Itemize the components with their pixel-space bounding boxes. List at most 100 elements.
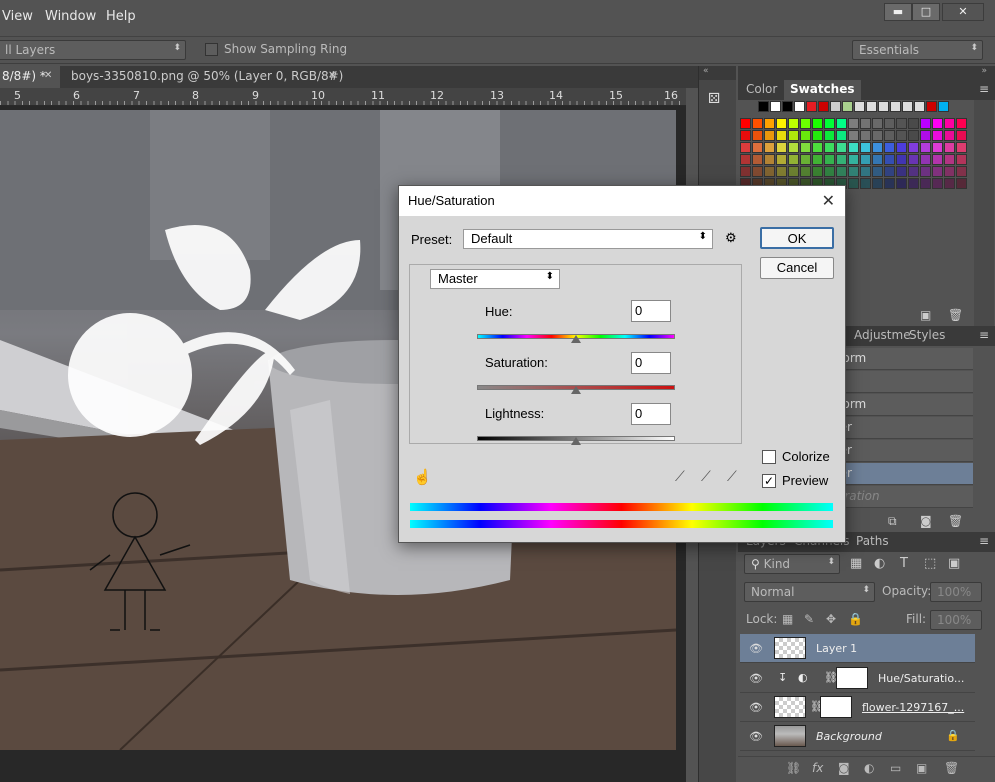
filter-pixel-icon[interactable]: ▦ — [850, 556, 862, 571]
swatch[interactable] — [788, 154, 799, 165]
swatch[interactable] — [752, 166, 763, 177]
swatch[interactable] — [932, 178, 943, 189]
visibility-eye-icon[interactable]: 👁 — [749, 672, 763, 685]
menu-view[interactable]: View — [2, 9, 33, 24]
sample-layers-select[interactable]: ll Layers ⬍ — [0, 40, 186, 60]
collapse-icon[interactable]: » — [738, 66, 995, 80]
swatch[interactable] — [932, 130, 943, 141]
swatch[interactable] — [920, 166, 931, 177]
swatch[interactable] — [812, 130, 823, 141]
swatch[interactable] — [908, 166, 919, 177]
swatch[interactable] — [920, 142, 931, 153]
swatch[interactable] — [824, 130, 835, 141]
layer-name[interactable]: Background — [816, 730, 882, 743]
swatch[interactable] — [932, 166, 943, 177]
colorize-checkbox[interactable] — [762, 450, 776, 464]
swatch[interactable] — [878, 101, 889, 112]
swatch[interactable] — [776, 130, 787, 141]
swatch[interactable] — [944, 118, 955, 129]
swatch[interactable] — [944, 166, 955, 177]
swatch[interactable] — [806, 101, 817, 112]
swatch[interactable] — [956, 130, 967, 141]
swatch[interactable] — [788, 166, 799, 177]
swatch[interactable] — [896, 130, 907, 141]
swatch[interactable] — [740, 118, 751, 129]
swatch[interactable] — [752, 142, 763, 153]
lock-brush-icon[interactable]: ✎ — [804, 612, 814, 626]
tab-document-2[interactable]: boys-3350810.png @ 50% (Layer 0, RGB/8#) — [63, 66, 351, 88]
filter-type-icon[interactable]: T — [900, 556, 908, 571]
swatch[interactable] — [908, 130, 919, 141]
close-tab-icon[interactable]: ✕ — [44, 70, 52, 81]
swatch[interactable] — [812, 166, 823, 177]
swatch[interactable] — [848, 130, 859, 141]
lock-move-icon[interactable]: ✥ — [826, 612, 836, 626]
swatch[interactable] — [848, 154, 859, 165]
swatch[interactable] — [848, 166, 859, 177]
swatch[interactable] — [740, 142, 751, 153]
history-panel-icon[interactable]: ⚄ — [708, 91, 730, 113]
folder-icon[interactable]: ▭ — [890, 761, 901, 775]
targeted-adjust-hand-icon[interactable]: ☝ — [413, 468, 432, 486]
swatch[interactable] — [752, 118, 763, 129]
preset-select[interactable]: Default ⬍ — [463, 229, 713, 249]
swatch[interactable] — [860, 154, 871, 165]
lightness-input[interactable]: 0 — [631, 403, 671, 425]
ok-button[interactable]: OK — [760, 227, 834, 249]
swatch[interactable] — [788, 118, 799, 129]
swatch[interactable] — [956, 166, 967, 177]
saturation-input[interactable]: 0 — [631, 352, 671, 374]
swatch[interactable] — [872, 130, 883, 141]
swatch[interactable] — [896, 118, 907, 129]
menu-help[interactable]: Help — [106, 9, 136, 24]
swatch[interactable] — [764, 142, 775, 153]
swatch[interactable] — [824, 118, 835, 129]
trash-icon[interactable]: 🗑 — [948, 308, 963, 322]
swatch[interactable] — [776, 118, 787, 129]
swatch[interactable] — [836, 130, 847, 141]
gear-icon[interactable]: ⚙ — [725, 230, 737, 246]
visibility-eye-icon[interactable]: 👁 — [749, 730, 763, 743]
swatch[interactable] — [896, 178, 907, 189]
swatch[interactable] — [956, 154, 967, 165]
swatch[interactable] — [836, 154, 847, 165]
swatch[interactable] — [800, 118, 811, 129]
swatch[interactable] — [836, 142, 847, 153]
swatch[interactable] — [752, 154, 763, 165]
swatch[interactable] — [908, 178, 919, 189]
swatch[interactable] — [932, 142, 943, 153]
layer-row-selected[interactable]: 👁 Layer 1 — [740, 634, 975, 663]
tab-swatches[interactable]: Swatches — [784, 80, 861, 100]
lightness-slider-thumb[interactable] — [571, 437, 581, 445]
swatch[interactable] — [914, 101, 925, 112]
layer-name[interactable]: Layer 1 — [816, 642, 857, 655]
swatch[interactable] — [860, 130, 871, 141]
swatch[interactable] — [824, 142, 835, 153]
swatch[interactable] — [908, 118, 919, 129]
trash-icon[interactable]: 🗑 — [948, 514, 963, 528]
filter-smart-icon[interactable]: ▣ — [948, 556, 960, 571]
swatch[interactable] — [938, 101, 949, 112]
add-mask-icon[interactable]: ◙ — [838, 761, 850, 775]
kind-filter-select[interactable]: ⚲ Kind ⬍ — [744, 554, 840, 574]
swatch[interactable] — [872, 118, 883, 129]
maximize-button[interactable]: □ — [912, 3, 940, 21]
swatch[interactable] — [944, 130, 955, 141]
swatch[interactable] — [848, 178, 859, 189]
link-layers-icon[interactable]: ⛓ — [786, 761, 801, 775]
swatch[interactable] — [800, 166, 811, 177]
lock-all-icon[interactable]: 🔒 — [848, 612, 863, 626]
swatch[interactable] — [860, 142, 871, 153]
swatch[interactable] — [932, 118, 943, 129]
scrollbar[interactable] — [974, 100, 994, 345]
swatch[interactable] — [824, 154, 835, 165]
swatch[interactable] — [764, 154, 775, 165]
eyedropper-icon[interactable]: ⟋ — [675, 468, 685, 485]
filter-adjustment-icon[interactable]: ◐ — [874, 556, 885, 571]
swatch[interactable] — [836, 118, 847, 129]
swatch[interactable] — [944, 142, 955, 153]
swatch[interactable] — [860, 118, 871, 129]
swatch[interactable] — [782, 101, 793, 112]
adjustment-icon[interactable]: ◐ — [864, 761, 874, 775]
dialog-titlebar[interactable]: Hue/Saturation ✕ — [399, 186, 845, 216]
